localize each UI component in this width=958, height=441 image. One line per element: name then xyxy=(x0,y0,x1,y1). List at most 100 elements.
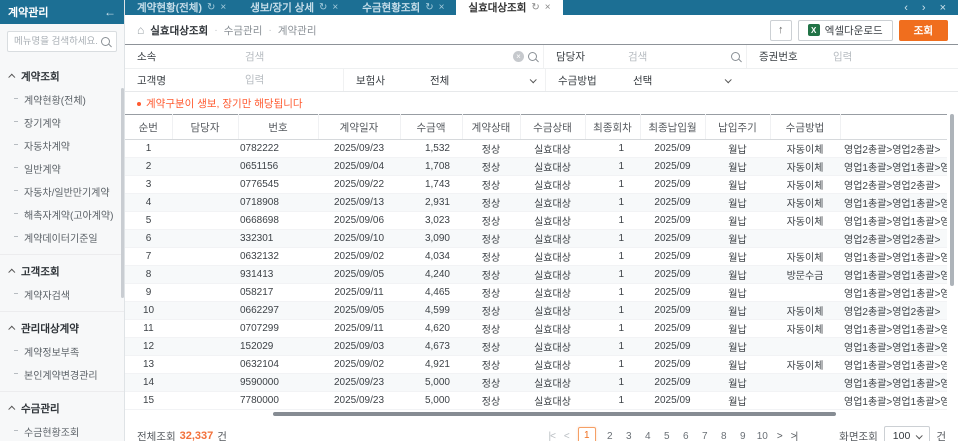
table-row[interactable]: 506686982025/09/063,023정상실효대상12025/09월납자… xyxy=(125,212,947,230)
sidebar-item-장기계약[interactable]: 장기계약 xyxy=(0,111,124,134)
last-page-icon[interactable]: >| xyxy=(791,431,797,441)
column-header-납입주기[interactable]: 납입주기 xyxy=(705,115,770,140)
filter-input-증권번호[interactable] xyxy=(833,51,952,63)
cell-순번: 7 xyxy=(125,248,172,266)
section-title: 계약조회 xyxy=(21,69,60,84)
search-submit-button[interactable]: 조회 xyxy=(899,20,948,41)
page-10[interactable]: 10 xyxy=(757,431,768,441)
table-row[interactable]: 63323012025/09/103,090정상실효대상12025/09월납영업… xyxy=(125,230,947,248)
page-9[interactable]: 9 xyxy=(738,431,748,441)
close-icon[interactable]: × xyxy=(439,2,445,13)
sidebar-item-자동차/일반만기계약[interactable]: 자동차/일반만기계약 xyxy=(0,180,124,203)
cell-납입주기: 월납 xyxy=(705,158,770,176)
breadcrumb-item[interactable]: 수금관리 xyxy=(224,23,263,38)
column-header-번호[interactable]: 번호 xyxy=(238,115,318,140)
page-5[interactable]: 5 xyxy=(662,431,672,441)
column-header-순번[interactable]: 순번 xyxy=(125,115,172,140)
section-header-고객조회[interactable]: 고객조회 xyxy=(0,259,124,283)
cell-담당자 xyxy=(172,158,238,176)
section-header-계약조회[interactable]: 계약조회 xyxy=(0,64,124,88)
sidebar-item-계약현황(전체)[interactable]: 계약현황(전체) xyxy=(0,88,124,111)
column-header-최종회차[interactable]: 최종회차 xyxy=(585,115,640,140)
breadcrumb-separator: · xyxy=(268,24,272,36)
column-header-org[interactable] xyxy=(840,115,947,140)
sidebar-scrollbar[interactable] xyxy=(121,88,124,298)
filter-input-소속[interactable] xyxy=(245,51,509,63)
page-2[interactable]: 2 xyxy=(605,431,615,441)
sidebar-item-계약자검색[interactable]: 계약자검색 xyxy=(0,283,124,306)
tab-수금현황조회[interactable]: 수금현황조회↻× xyxy=(350,0,456,15)
tab-실효대상조회[interactable]: 실효대상조회↻× xyxy=(456,0,562,15)
sidebar-item-해촉자계약(고아계약)[interactable]: 해촉자계약(고아계약) xyxy=(0,203,124,226)
close-icon[interactable]: × xyxy=(940,2,946,14)
page-8[interactable]: 8 xyxy=(719,431,729,441)
table-row[interactable]: 407189082025/09/132,931정상실효대상12025/09월납자… xyxy=(125,194,947,212)
close-icon[interactable]: × xyxy=(220,2,226,13)
refresh-icon[interactable]: ↻ xyxy=(531,2,539,13)
table-row[interactable]: 121520292025/09/034,673정상실효대상12025/09월납영… xyxy=(125,338,947,356)
filter-select-보험사[interactable]: 전체 xyxy=(430,69,545,91)
sidebar-collapse-icon[interactable]: ← xyxy=(104,5,116,19)
page-1[interactable]: 1 xyxy=(578,427,596,441)
sidebar-item-계약데이터기준일[interactable]: 계약데이터기준일 xyxy=(0,226,124,249)
sidebar-item-계약정보부족[interactable]: 계약정보부족 xyxy=(0,340,124,363)
table-row[interactable]: 307765452025/09/221,743정상실효대상12025/09월납자… xyxy=(125,176,947,194)
filter-select-수금방법[interactable]: 선택 xyxy=(633,69,740,91)
refresh-icon[interactable]: ↻ xyxy=(207,2,215,13)
table-row[interactable]: 89314132025/09/054,240정상실효대상12025/09월납방문… xyxy=(125,266,947,284)
column-header-수금액[interactable]: 수금액 xyxy=(400,115,462,140)
search-icon[interactable] xyxy=(101,37,110,46)
section-header-관리대상계약[interactable]: 관리대상계약 xyxy=(0,316,124,340)
filter-input-고객명[interactable] xyxy=(245,74,337,86)
cell-계약상태: 정상 xyxy=(462,248,520,266)
clear-icon[interactable]: × xyxy=(513,51,524,62)
search-icon[interactable] xyxy=(528,52,537,61)
column-header-수금상태[interactable]: 수금상태 xyxy=(520,115,585,140)
table-row[interactable]: 1006622972025/09/054,599정상실효대상12025/09월납… xyxy=(125,302,947,320)
search-icon[interactable] xyxy=(731,52,740,61)
column-header-계약상태[interactable]: 계약상태 xyxy=(462,115,520,140)
page-3[interactable]: 3 xyxy=(624,431,634,441)
refresh-icon[interactable]: ↻ xyxy=(319,2,327,13)
nav-forward-icon[interactable]: › xyxy=(922,2,926,14)
table-row[interactable]: 706321322025/09/024,034정상실효대상12025/09월납자… xyxy=(125,248,947,266)
nav-back-icon[interactable]: ‹ xyxy=(904,2,908,14)
cell-계약일자: 2025/09/23 xyxy=(318,392,400,410)
excel-download-button[interactable]: X 엑셀다운로드 xyxy=(798,20,893,41)
table-row[interactable]: 1577800002025/09/235,000정상실효대상12025/09월납… xyxy=(125,392,947,410)
sidebar-item-수금현황조회[interactable]: 수금현황조회 xyxy=(0,420,124,441)
table-row[interactable]: 1495900002025/09/235,000정상실효대상12025/09월납… xyxy=(125,374,947,392)
page-4[interactable]: 4 xyxy=(643,431,653,441)
sidebar-item-자동차계약[interactable]: 자동차계약 xyxy=(0,134,124,157)
column-header-담당자[interactable]: 담당자 xyxy=(172,115,238,140)
column-header-최종납입월[interactable]: 최종납입월 xyxy=(640,115,705,140)
breadcrumb-item[interactable]: 계약관리 xyxy=(278,23,317,38)
table-row[interactable]: 107822222025/09/231,532정상실효대상12025/09월납자… xyxy=(125,140,947,158)
column-header-수금방법[interactable]: 수금방법 xyxy=(770,115,840,140)
column-header-계약일자[interactable]: 계약일자 xyxy=(318,115,400,140)
horizontal-scrollbar[interactable] xyxy=(273,412,836,416)
sidebar-item-일반계약[interactable]: 일반계약 xyxy=(0,157,124,180)
page-7[interactable]: 7 xyxy=(700,431,710,441)
tab-계약현황(전체)[interactable]: 계약현황(전체)↻× xyxy=(125,0,238,15)
menu-search-input[interactable] xyxy=(14,36,101,47)
table-row[interactable]: 90582172025/09/114,465정상실효대상12025/09월납영업… xyxy=(125,284,947,302)
table-row[interactable]: 1107072992025/09/114,620정상실효대상12025/09월납… xyxy=(125,320,947,338)
prev-page-icon[interactable]: < xyxy=(564,431,569,441)
section-header-수금관리[interactable]: 수금관리 xyxy=(0,396,124,420)
collapse-filter-button[interactable]: ↑ xyxy=(770,20,792,41)
page-6[interactable]: 6 xyxy=(681,431,691,441)
first-page-icon[interactable]: |< xyxy=(548,431,554,441)
page-size-select[interactable]: 100 xyxy=(884,426,931,441)
close-icon[interactable]: × xyxy=(332,2,338,13)
table-row[interactable]: 206511562025/09/041,708정상실효대상12025/09월납자… xyxy=(125,158,947,176)
total-value: 32,337 xyxy=(180,430,214,441)
tab-생보/장기 상세[interactable]: 생보/장기 상세↻× xyxy=(238,0,350,15)
sidebar-item-본인계약변경관리[interactable]: 본인계약변경관리 xyxy=(0,363,124,386)
vertical-scrollbar[interactable] xyxy=(950,114,954,286)
refresh-icon[interactable]: ↻ xyxy=(425,2,433,13)
table-row[interactable]: 1306321042025/09/024,921정상실효대상12025/09월납… xyxy=(125,356,947,374)
close-icon[interactable]: × xyxy=(545,2,551,13)
next-page-icon[interactable]: > xyxy=(777,431,782,441)
filter-input-담당자[interactable] xyxy=(628,51,727,63)
